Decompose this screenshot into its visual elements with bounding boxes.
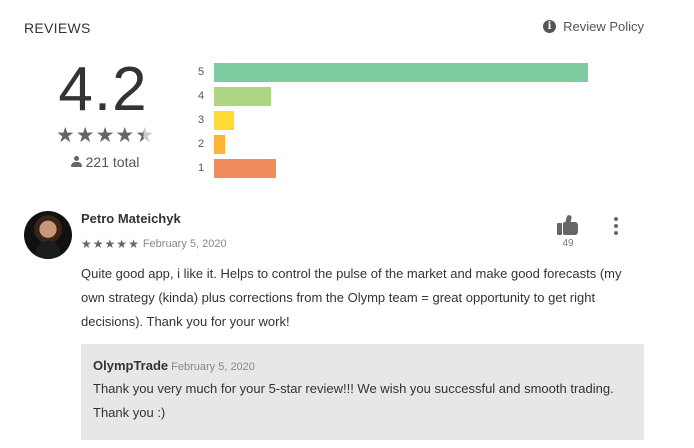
histogram-bar-3: [214, 110, 234, 130]
histogram-label: 4: [198, 90, 205, 102]
rating-summary: 4.2 ★ ★ ★ ★ ★ 221 total: [40, 58, 170, 171]
star-icon: ★: [55, 124, 75, 147]
histogram-label: 3: [198, 114, 205, 126]
total-reviews-label: 221 total: [85, 154, 140, 170]
histogram-bar-1: [214, 158, 276, 178]
reply-header: OlympTrade February 5, 2020: [93, 358, 632, 373]
review-stars: ★★★★★: [81, 235, 140, 253]
star-icon: ★: [104, 237, 117, 251]
review-text: Quite good app, i like it. Helps to cont…: [81, 266, 622, 329]
thumbs-up-icon: [556, 214, 580, 236]
reply-date: February 5, 2020: [171, 361, 255, 373]
histogram-row-5: 5: [198, 60, 638, 84]
histogram-label: 2: [198, 138, 205, 150]
reply-author: OlympTrade: [93, 358, 169, 373]
average-rating: 4.2: [58, 55, 148, 124]
review-policy-link[interactable]: i Review Policy: [543, 19, 644, 34]
reviews-title: REVIEWS: [24, 20, 91, 36]
histogram-row-2: 2: [198, 132, 638, 156]
histogram-row-1: 1: [198, 156, 638, 180]
reviewer-name: Petro Mateichyk: [81, 211, 181, 226]
average-stars: ★ ★ ★ ★ ★: [40, 124, 170, 148]
developer-reply: OlympTrade February 5, 2020 Thank you ve…: [81, 344, 644, 440]
star-icon: ★: [81, 237, 93, 251]
histogram-row-4: 4: [198, 84, 638, 108]
avatar[interactable]: [24, 211, 72, 259]
histogram-label: 1: [198, 162, 205, 174]
rating-histogram: 5 4 3 2 1: [198, 60, 638, 180]
more-options-icon[interactable]: [614, 217, 618, 238]
helpful-count: 49: [562, 238, 574, 249]
star-icon: ★: [92, 237, 105, 251]
star-icon: ★: [128, 237, 140, 251]
total-reviews: 221 total: [40, 154, 170, 170]
review-meta: ★★★★★ February 5, 2020: [81, 235, 227, 253]
review-date: February 5, 2020: [142, 238, 227, 250]
star-icon: ★: [75, 124, 95, 147]
histogram-label: 5: [198, 66, 205, 78]
info-icon: i: [543, 20, 557, 33]
star-icon: ★: [115, 124, 135, 147]
histogram-bar-2: [214, 134, 225, 154]
helpful-button[interactable]: 49: [556, 214, 580, 249]
star-icon: ★: [95, 124, 115, 147]
histogram-bar-4: [214, 86, 271, 106]
person-icon: [70, 156, 82, 168]
reply-text: Thank you very much for your 5-star revi…: [93, 381, 614, 420]
histogram-bar-5: [214, 62, 588, 82]
star-icon: ★: [116, 237, 129, 251]
star-half-icon: ★: [135, 124, 155, 147]
histogram-row-3: 3: [198, 108, 638, 132]
review-policy-label: Review Policy: [563, 19, 644, 34]
